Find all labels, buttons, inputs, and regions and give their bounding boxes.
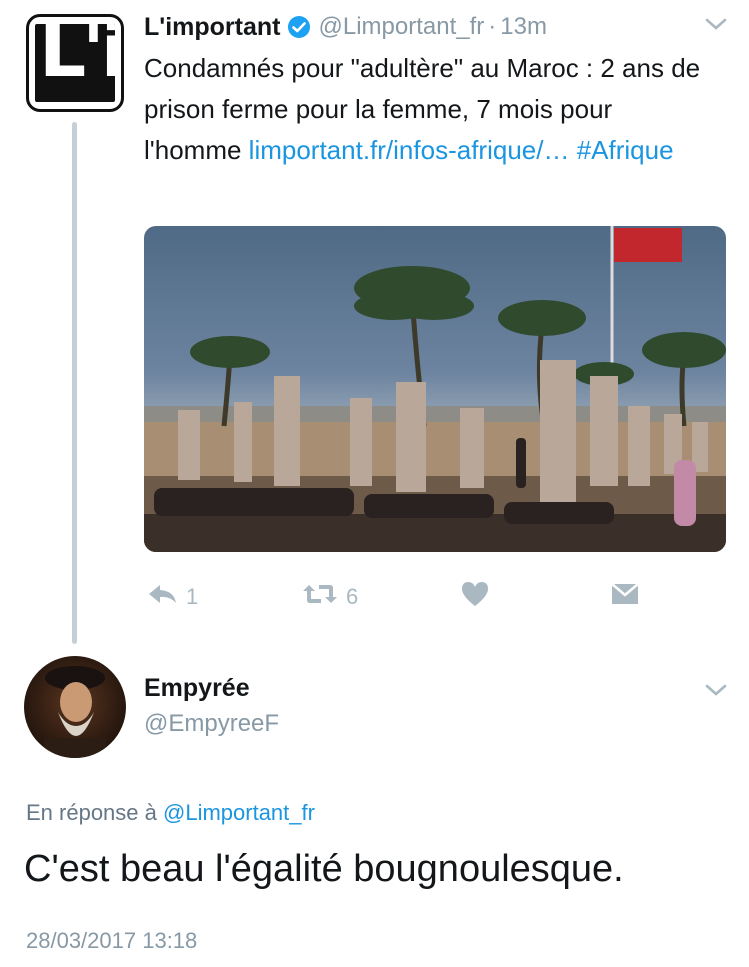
reply-display-name[interactable]: Empyrée [144, 674, 250, 703]
in-reply-prefix: En réponse à [26, 800, 157, 825]
reply-menu-chevron-down-icon[interactable] [704, 682, 728, 703]
like-action[interactable] [460, 580, 498, 614]
tweet-photo[interactable] [144, 226, 726, 552]
header-separator: · [488, 13, 497, 40]
tweet-body: Condamnés pour "adultère" au Maroc : 2 a… [144, 48, 714, 171]
retweet-icon [302, 582, 338, 612]
portrait-illustration [44, 666, 106, 758]
envelope-icon [610, 580, 640, 614]
tweet-display-name[interactable]: L'important [144, 13, 281, 42]
logo-mark: L'i [35, 24, 115, 102]
reply-count: 1 [186, 584, 199, 609]
thread-line [72, 122, 77, 644]
logo-text: L'i [39, 24, 115, 94]
heart-icon [460, 580, 490, 614]
reply-text: C'est beau l'égalité bougnoulesque. [24, 848, 624, 890]
reply-action[interactable]: 1 [146, 582, 198, 612]
in-reply-handle[interactable]: @Limportant_fr [163, 800, 315, 825]
reply-icon [146, 582, 178, 612]
retweet-count: 6 [346, 584, 359, 609]
reply-handle[interactable]: @EmpyreeF [144, 710, 279, 738]
tweet-header: L'important @Limportant_fr · 13m [144, 10, 704, 44]
tweet-handle[interactable]: @Limportant_fr [319, 13, 485, 41]
tweet-time[interactable]: 13m [500, 13, 547, 41]
verified-badge-icon [287, 15, 311, 39]
empyree-avatar[interactable] [24, 656, 126, 758]
tweet-menu-chevron-down-icon[interactable] [704, 16, 728, 37]
photo-illustration [144, 226, 726, 552]
tweet-hashtag[interactable]: #Afrique [577, 135, 674, 165]
reply-datetime[interactable]: 28/03/2017 13:18 [26, 928, 197, 954]
tweet-link[interactable]: limportant.fr/infos-afrique/… [249, 135, 570, 165]
retweet-action[interactable]: 6 [302, 582, 358, 612]
direct-message-action[interactable] [610, 580, 648, 614]
in-reply-to: En réponse à @Limportant_fr [26, 800, 315, 826]
limportant-avatar[interactable]: L'i [26, 14, 124, 112]
